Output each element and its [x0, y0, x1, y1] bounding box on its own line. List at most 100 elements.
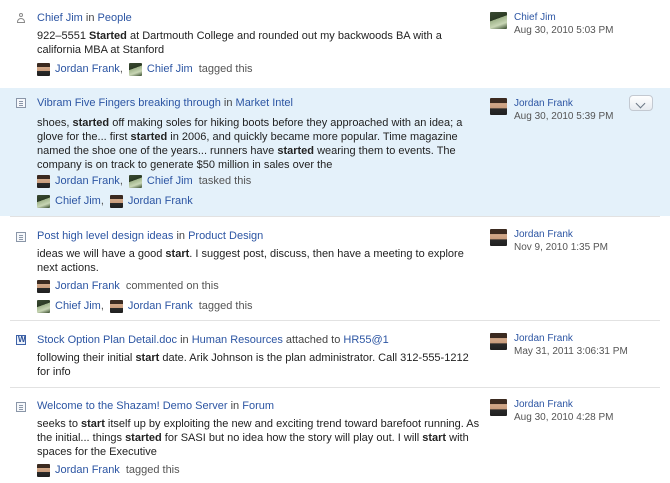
item-snippet: shoes, started off making soles for hiki…	[37, 116, 482, 172]
chevron-down-icon[interactable]	[629, 95, 653, 111]
search-match: started	[125, 432, 162, 444]
author-avatar[interactable]	[490, 229, 507, 246]
activity-verb: tasked this	[198, 175, 252, 187]
feed-item: Chief Jim in People 922–5551 Started at …	[0, 0, 670, 88]
activity-verb: tagged this	[198, 300, 253, 312]
avatar[interactable]	[128, 62, 142, 76]
avatar[interactable]	[37, 194, 50, 208]
avatar[interactable]	[37, 279, 50, 293]
snippet-text: 922–5551	[37, 30, 89, 42]
snippet-text: for SASI but no idea how the story will …	[161, 432, 423, 444]
item-title: Post high level design ideas in Product …	[37, 229, 263, 243]
actor-link[interactable]: Jordan Frank	[55, 62, 120, 76]
search-match: started	[130, 131, 168, 143]
search-match: start	[135, 352, 160, 364]
feed-item: Post high level design ideas in Product …	[0, 217, 670, 320]
activity-line: Jordan Frank commented on this	[37, 279, 219, 293]
avatar[interactable]	[37, 299, 50, 313]
author-name[interactable]: Jordan Frank	[514, 399, 573, 411]
actor-link[interactable]: Jordan Frank	[55, 174, 120, 188]
snippet-text: following their initial	[37, 352, 136, 364]
avatar[interactable]	[37, 62, 50, 76]
avatar[interactable]	[109, 194, 123, 208]
item-title: Welcome to the Shazam! Demo Server in Fo…	[37, 399, 274, 413]
activity-feed: Chief Jim in People 922–5551 Started at …	[0, 0, 670, 483]
search-match: started	[277, 145, 315, 157]
item-snippet: seeks to start itself up by exploiting t…	[37, 417, 482, 459]
item-title: Chief Jim in People	[37, 11, 132, 25]
actor-link[interactable]: Chief Jim	[55, 194, 101, 208]
activity-line: Jordan Frank tagged this	[37, 463, 180, 477]
author-name[interactable]: Jordan Frank	[514, 98, 573, 110]
avatar[interactable]	[128, 174, 142, 188]
item-location-link[interactable]: People	[98, 12, 132, 24]
item-title: Stock Option Plan Detail.doc in Human Re…	[37, 333, 389, 347]
post-date: May 31, 2011 3:06:31 PM	[514, 346, 628, 357]
author-avatar[interactable]	[490, 333, 507, 350]
search-match: start	[165, 248, 190, 260]
avatar[interactable]	[109, 299, 123, 313]
document-icon	[16, 98, 26, 108]
search-match: start	[422, 432, 447, 444]
item-location-link[interactable]: Market Intel	[236, 97, 293, 109]
title-separator: in	[180, 334, 189, 346]
document-icon	[16, 232, 26, 242]
post-date: Nov 9, 2010 1:35 PM	[514, 242, 608, 253]
post-date: Aug 30, 2010 5:39 PM	[514, 111, 614, 122]
search-match: start	[81, 418, 105, 430]
snippet-text: seeks to	[37, 418, 82, 430]
activity-verb: tagged this	[198, 63, 253, 75]
title-separator: in	[223, 97, 233, 109]
activity-line: Jordan Frank, Chief Jim tasked this	[37, 174, 251, 188]
search-match: Started	[89, 30, 127, 42]
attached-to-label: attached to	[285, 334, 341, 346]
actor-link[interactable]: Jordan Frank	[55, 279, 120, 293]
snippet-text: ideas we will have a good	[37, 248, 166, 260]
post-date: Aug 30, 2010 4:28 PM	[514, 412, 614, 423]
snippet-text: shoes,	[37, 117, 73, 129]
avatar[interactable]	[37, 463, 50, 477]
title-separator: in	[85, 12, 95, 24]
title-separator: in	[230, 400, 240, 412]
item-title: Vibram Five Fingers breaking through in …	[37, 96, 293, 110]
author-avatar[interactable]	[490, 98, 507, 115]
item-location-link[interactable]: Human Resources	[192, 334, 283, 346]
activity-line: Jordan Frank, Chief Jim tagged this	[37, 62, 253, 76]
author-avatar[interactable]	[490, 399, 507, 416]
activity-line: Chief Jim, Jordan Frank tagged this	[37, 299, 253, 313]
actor-link[interactable]: Chief Jim	[55, 299, 101, 313]
feed-item: Welcome to the Shazam! Demo Server in Fo…	[0, 388, 670, 483]
author-name[interactable]: Chief Jim	[514, 12, 556, 24]
item-title-link[interactable]: Vibram Five Fingers breaking through	[37, 97, 221, 109]
item-snippet: ideas we will have a good start. I sugge…	[37, 247, 482, 275]
item-title-link[interactable]: Welcome to the Shazam! Demo Server	[37, 400, 228, 412]
item-location-link[interactable]: Forum	[242, 400, 274, 412]
actor-link[interactable]: Jordan Frank	[128, 299, 193, 313]
author-name[interactable]: Jordan Frank	[514, 333, 573, 345]
actor-link[interactable]: Chief Jim	[147, 174, 193, 188]
actor-link[interactable]: Jordan Frank	[55, 463, 120, 477]
avatar[interactable]	[37, 174, 50, 188]
document-icon	[16, 402, 26, 412]
word-doc-icon	[16, 335, 26, 345]
item-title-link[interactable]: Post high level design ideas	[37, 230, 173, 242]
item-snippet: 922–5551 Started at Dartmouth College an…	[37, 29, 482, 57]
item-location-link[interactable]: Product Design	[188, 230, 263, 242]
activity-verb: commented on this	[125, 280, 219, 292]
author-avatar[interactable]	[490, 12, 507, 29]
attached-to-link[interactable]: HR55@1	[343, 334, 388, 346]
actor-link[interactable]: Jordan Frank	[128, 194, 193, 208]
title-separator: in	[176, 230, 185, 242]
post-date: Aug 30, 2010 5:03 PM	[514, 25, 614, 36]
feed-item: Stock Option Plan Detail.doc in Human Re…	[0, 321, 670, 387]
item-title-link[interactable]: Stock Option Plan Detail.doc	[37, 334, 177, 346]
item-title-link[interactable]: Chief Jim	[37, 12, 83, 24]
search-match: started	[72, 117, 110, 129]
actor-link[interactable]: Chief Jim	[147, 62, 193, 76]
feed-item-highlighted: Vibram Five Fingers breaking through in …	[0, 88, 670, 216]
author-name[interactable]: Jordan Frank	[514, 229, 573, 241]
item-snippet: following their initial start date. Arik…	[37, 351, 482, 379]
person-icon	[16, 13, 26, 24]
activity-verb: tagged this	[125, 464, 180, 476]
activity-line: Chief Jim, Jordan Frank	[37, 194, 193, 208]
